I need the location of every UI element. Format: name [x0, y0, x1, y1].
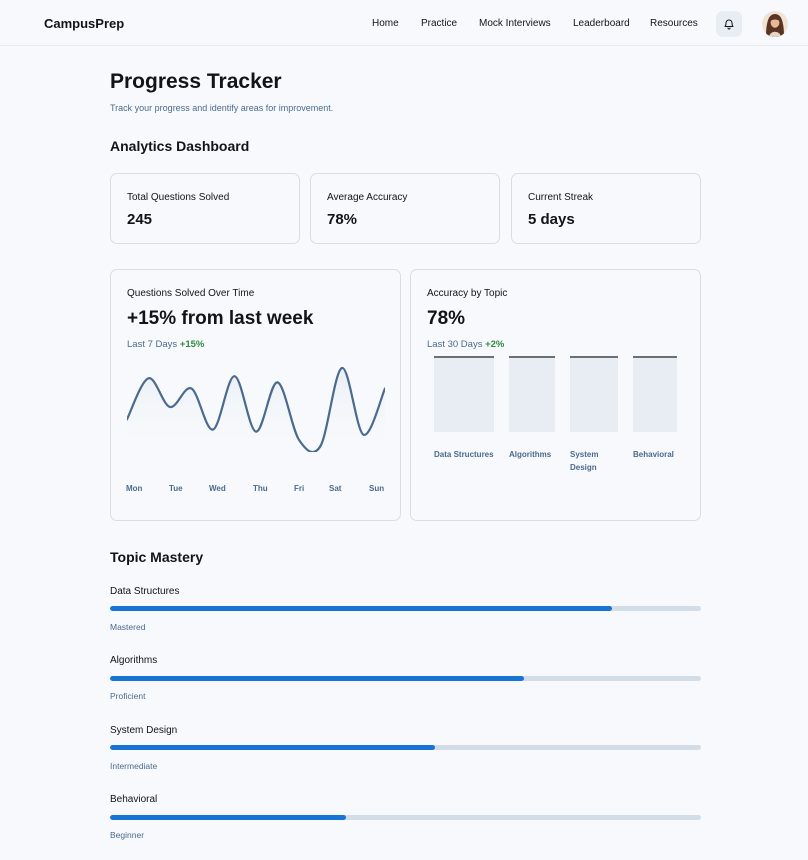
- stat-label: Current Streak: [528, 192, 594, 203]
- stat-value: 5 days: [528, 211, 575, 228]
- bar-label: Algorithms: [509, 450, 552, 459]
- stat-label: Average Accuracy: [327, 192, 408, 203]
- x-tick-label: Thu: [253, 484, 268, 493]
- questions-line-chart: [127, 366, 385, 452]
- nav-resources[interactable]: Resources: [650, 18, 698, 29]
- bar-algorithms: [509, 356, 555, 432]
- mastery-topic-name: Data Structures: [110, 586, 180, 597]
- chart-headline: +15% from last week: [127, 308, 314, 329]
- x-tick-label: Wed: [209, 484, 226, 493]
- line-area-fill: [127, 367, 385, 452]
- mastery-progress-fill: [110, 676, 524, 681]
- nav-home[interactable]: Home: [372, 18, 399, 29]
- bar-label: Data Structures: [434, 450, 494, 459]
- top-navigation-bar: CampusPrep Home Practice Mock Interviews…: [0, 0, 808, 46]
- bell-icon: [724, 19, 734, 30]
- chart-period: Last 30 Days +2%: [427, 339, 504, 350]
- stat-value: 245: [127, 211, 153, 228]
- chart-title: Accuracy by Topic: [427, 288, 508, 299]
- chart-period-label: Last 7 Days: [127, 339, 178, 350]
- mastery-topic-name: System Design: [110, 725, 178, 736]
- brand-logo[interactable]: CampusPrep: [44, 16, 124, 31]
- page-subtitle: Track your progress and identify areas f…: [110, 103, 334, 113]
- mastery-level: Beginner: [110, 830, 145, 840]
- stat-label: Total Questions Solved: [127, 192, 230, 203]
- mastery-progress-bar: [110, 745, 701, 750]
- mastery-level: Proficient: [110, 691, 146, 701]
- mastery-progress-fill: [110, 745, 436, 750]
- chart-period-label: Last 30 Days: [427, 339, 483, 350]
- chart-change: +2%: [485, 339, 505, 350]
- bar-data-structures: [434, 356, 494, 432]
- stat-card-total-questions: Total Questions Solved 245: [110, 173, 300, 244]
- page-title: Progress Tracker: [110, 70, 282, 93]
- bar-label: Behavioral: [633, 450, 674, 459]
- accuracy-by-topic-card: Accuracy by Topic 78% Last 30 Days +2% D…: [410, 269, 701, 521]
- bar-system-design: [570, 356, 618, 432]
- mastery-progress-fill: [110, 606, 613, 611]
- stat-card-average-accuracy: Average Accuracy 78%: [310, 173, 500, 244]
- mastery-topic-name: Behavioral: [110, 794, 158, 805]
- mastery-progress-bar: [110, 606, 701, 611]
- mastery-progress-bar: [110, 676, 701, 681]
- x-tick-label: Sun: [369, 484, 385, 493]
- chart-change: +15%: [179, 339, 205, 350]
- mastery-topic-name: Algorithms: [110, 655, 158, 666]
- stat-value: 78%: [327, 211, 358, 228]
- bar-behavioral: [633, 356, 677, 432]
- x-tick-label: Fri: [294, 484, 305, 493]
- nav-mock-interviews[interactable]: Mock Interviews: [479, 18, 551, 29]
- x-tick-label: Mon: [126, 484, 143, 493]
- nav-leaderboard[interactable]: Leaderboard: [573, 18, 630, 29]
- chart-period: Last 7 Days +15%: [127, 339, 204, 350]
- user-avatar-image: [762, 11, 788, 37]
- chart-headline: 78%: [427, 308, 466, 329]
- bar-label: System Design: [570, 450, 599, 472]
- mastery-level: Intermediate: [110, 761, 158, 771]
- stat-card-current-streak: Current Streak 5 days: [511, 173, 701, 244]
- avatar[interactable]: [762, 11, 788, 37]
- notifications-button[interactable]: [716, 11, 742, 37]
- questions-over-time-card: Questions Solved Over Time +15% from las…: [110, 269, 401, 521]
- topic-mastery-title: Topic Mastery: [110, 549, 204, 565]
- mastery-progress-fill: [110, 815, 347, 820]
- mastery-level: Mastered: [110, 622, 146, 632]
- chart-title: Questions Solved Over Time: [127, 288, 255, 299]
- x-tick-label: Sat: [329, 484, 342, 493]
- nav-practice[interactable]: Practice: [421, 18, 457, 29]
- x-tick-label: Tue: [169, 484, 183, 493]
- mastery-progress-bar: [110, 815, 701, 820]
- analytics-section-title: Analytics Dashboard: [110, 138, 250, 154]
